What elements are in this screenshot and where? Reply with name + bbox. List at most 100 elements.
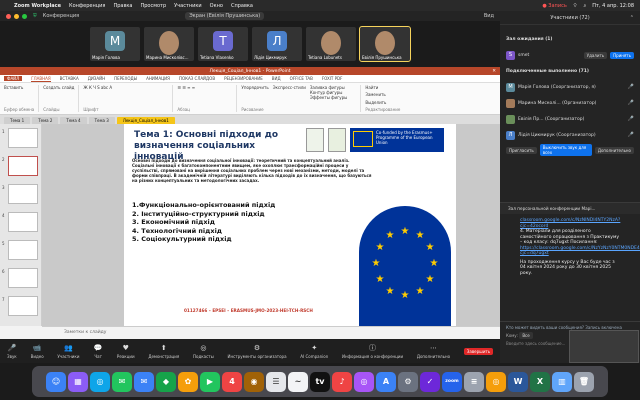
- close-window-button[interactable]: [6, 13, 11, 19]
- excel-icon[interactable]: X: [530, 371, 550, 392]
- chat-recipient-select[interactable]: Все: [519, 332, 533, 339]
- control-5[interactable]: ⬆ Демонстрация: [148, 344, 179, 359]
- ribbon-tab-officetab[interactable]: OFFICE TAB: [290, 76, 313, 81]
- ribbon-tab-insert[interactable]: ВСТАВКА: [60, 76, 79, 81]
- facetime-icon[interactable]: ▶: [200, 371, 220, 392]
- ribbon-tab-home[interactable]: ГЛАВНАЯ: [31, 76, 51, 82]
- settings-icon[interactable]: ⚙: [398, 371, 418, 392]
- close-icon[interactable]: ✕: [492, 69, 496, 74]
- ribbon-tab-review[interactable]: РЕЦЕНЗИРОВАНИЕ: [224, 76, 263, 81]
- mute-all-button[interactable]: Выключить звук для всех: [539, 144, 592, 156]
- arrange-button[interactable]: Упорядочить: [241, 85, 268, 100]
- find-button[interactable]: Найти: [365, 85, 400, 90]
- mic-icon[interactable]: 🎤: [628, 84, 634, 90]
- safari-icon[interactable]: ◎: [90, 371, 110, 392]
- participant-tile[interactable]: Евілія Прушинська: [359, 26, 411, 62]
- slide-notes[interactable]: Заметки к слайду: [42, 326, 500, 339]
- control-2[interactable]: 👥 Участники: [57, 344, 79, 359]
- slide-thumbnail[interactable]: 6: [2, 268, 38, 288]
- slide-thumbnail[interactable]: 5: [2, 240, 38, 260]
- launchpad-icon[interactable]: ▦: [68, 371, 88, 392]
- doc-tab[interactable]: Тема 3: [88, 117, 115, 124]
- control-6[interactable]: ◎ Подкасты: [193, 344, 214, 359]
- mic-icon[interactable]: 🎤: [628, 132, 634, 138]
- participant-row[interactable]: Евілія Пр... (Соорганизатор) 🎤: [500, 111, 640, 127]
- self-view-preview[interactable]: [569, 330, 639, 363]
- reminders-icon[interactable]: ☰: [266, 371, 286, 392]
- waiting-room-label[interactable]: Зал ожидания (1): [500, 31, 640, 47]
- connected-label[interactable]: Подключенные выполнено (71): [500, 63, 640, 79]
- menu-item[interactable]: Конференция: [69, 3, 105, 9]
- word-icon[interactable]: W: [508, 371, 528, 392]
- chat-link[interactable]: classroom.google.com/c/NzNlNDI4NTY2NzA?c…: [520, 218, 620, 229]
- slide-thumbnail[interactable]: 1: [2, 128, 38, 148]
- doc-tab[interactable]: Тема 4: [60, 117, 87, 124]
- participant-tile[interactable]: Марина Мисколівс...: [144, 27, 194, 61]
- ribbon-tab-design[interactable]: ДИЗАЙН: [88, 76, 105, 81]
- slide-body-text[interactable]: Основні підходи до визначення соціальної…: [132, 158, 372, 183]
- select-button[interactable]: Выделить: [365, 100, 400, 105]
- admit-button[interactable]: Принять: [610, 51, 634, 59]
- mic-icon[interactable]: 🎤: [628, 100, 634, 106]
- control-3[interactable]: 💬 Чат: [93, 344, 103, 359]
- control-9[interactable]: ⓘ Информация о конференции: [342, 344, 403, 359]
- slide-thumbnail[interactable]: 7: [2, 296, 38, 316]
- clock[interactable]: Пт, 4 апр. 12:08: [592, 3, 634, 9]
- photos-icon[interactable]: ✿: [178, 371, 198, 392]
- doc-tab-active[interactable]: Лекція_Соціал_Іннов1: [116, 117, 175, 124]
- finder-icon[interactable]: ☺: [46, 371, 66, 392]
- music-icon[interactable]: ♪: [332, 371, 352, 392]
- control-4[interactable]: ♥ Реакции: [117, 344, 135, 359]
- participant-tile[interactable]: Л Лідія Цикмирук: [252, 27, 302, 61]
- participant-tile[interactable]: Tetiana Lobunets: [306, 27, 356, 61]
- menu-item[interactable]: Участники: [174, 3, 202, 9]
- trash-icon[interactable]: 🗑: [574, 371, 594, 392]
- slide-thumbnail-selected[interactable]: 2: [2, 156, 38, 176]
- participant-row[interactable]: Л Лідія Цикмирук (Соорганизатор) 🎤: [500, 127, 640, 143]
- zoom-icon[interactable]: zoom: [442, 371, 462, 392]
- participant-row[interactable]: Марина Мисколі... (Организатор) 🎤: [500, 95, 640, 111]
- participant-tile[interactable]: М Марія Голова: [90, 27, 140, 61]
- paste-button[interactable]: Вставить: [4, 85, 34, 90]
- slide-thumbnail[interactable]: 3: [2, 184, 38, 204]
- control-0[interactable]: 🎤 Звук: [7, 344, 17, 359]
- app-menu[interactable]: Zoom Workplace: [14, 3, 61, 9]
- chrome-icon[interactable]: ◎: [486, 371, 506, 392]
- effects-button[interactable]: Эффекты фигуры: [310, 95, 347, 100]
- minimize-window-button[interactable]: [14, 13, 19, 19]
- remove-button[interactable]: Удалить: [583, 51, 608, 59]
- control-7[interactable]: ⚙ Инструменты организатора: [228, 344, 287, 359]
- tv-icon[interactable]: tv: [310, 371, 330, 392]
- styles-button[interactable]: Экспресс-стили: [273, 85, 306, 100]
- menu-item[interactable]: Просмотр: [140, 3, 166, 9]
- appstore-icon[interactable]: A: [376, 371, 396, 392]
- ribbon-tab-animation[interactable]: АНИМАЦИЯ: [146, 76, 170, 81]
- ribbon-tab-file[interactable]: ФАЙЛ: [4, 76, 23, 81]
- view-button[interactable]: Вид: [484, 13, 494, 19]
- more-button[interactable]: Дополнительно: [594, 146, 634, 154]
- recording-indicator[interactable]: ● Запись: [542, 3, 566, 9]
- ribbon-tab-transitions[interactable]: ПЕРЕХОДЫ: [114, 76, 137, 81]
- ribbon-tab-foxit[interactable]: FOXIT PDF: [322, 76, 343, 81]
- notes-icon[interactable]: ≡: [464, 371, 484, 392]
- chat-link[interactable]: https://classroom.google.com/c/NzYzNzY0N…: [520, 246, 640, 257]
- control-1[interactable]: 📹 Видео: [31, 344, 44, 359]
- chat-header[interactable]: Зал персональной конференции Марі...: [500, 202, 640, 214]
- freeform-icon[interactable]: ~: [288, 371, 308, 392]
- mail-icon[interactable]: ✉: [134, 371, 154, 392]
- mic-icon[interactable]: 🎤: [628, 116, 634, 122]
- slide-canvas[interactable]: Тема 1: Основні підходи до визначення со…: [124, 124, 456, 326]
- invite-button[interactable]: Пригласить: [506, 146, 537, 154]
- contacts-icon[interactable]: ◉: [244, 371, 264, 392]
- wifi-icon[interactable]: ⌔: [573, 3, 578, 9]
- ribbon-tab-view[interactable]: ВИД: [272, 76, 281, 81]
- messages-icon[interactable]: ✉: [112, 371, 132, 392]
- participant-tile[interactable]: Т Tetiana Vlasenko: [198, 27, 248, 61]
- zoom-window-button[interactable]: [22, 13, 27, 19]
- end-meeting-button[interactable]: Завершить: [463, 347, 494, 355]
- close-icon[interactable]: ⌃: [630, 15, 634, 21]
- ribbon-tab-slideshow[interactable]: ПОКАЗ СЛАЙДОВ: [179, 76, 215, 81]
- new-slide-button[interactable]: Создать слайд: [43, 85, 74, 90]
- vpn-icon[interactable]: ✓: [420, 371, 440, 392]
- search-icon[interactable]: ⌕: [583, 3, 586, 9]
